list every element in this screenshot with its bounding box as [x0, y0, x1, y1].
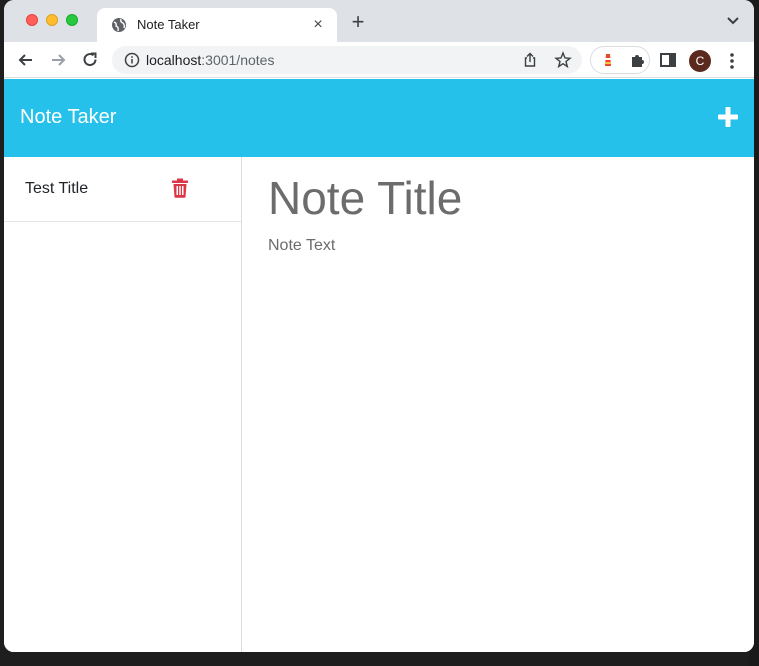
- extensions-group: [590, 46, 650, 74]
- tab-note-taker[interactable]: Note Taker ×: [97, 8, 337, 42]
- minimize-window-button[interactable]: [46, 14, 58, 26]
- app-brand[interactable]: Note Taker: [20, 106, 116, 129]
- note-title-input[interactable]: [268, 171, 738, 225]
- plus-icon[interactable]: [717, 106, 739, 128]
- url-text[interactable]: localhost:3001/notes: [146, 52, 274, 68]
- note-editor: [242, 157, 754, 652]
- info-icon[interactable]: [124, 52, 140, 68]
- arrow-right-icon[interactable]: [48, 50, 68, 70]
- close-window-button[interactable]: [26, 14, 38, 26]
- desktop: Note Taker × + localhost:3001/notes C No…: [0, 0, 759, 666]
- new-tab-button[interactable]: +: [348, 11, 368, 33]
- note-taker-app: Note Taker Test Title: [4, 79, 754, 652]
- app-navbar: Note Taker: [4, 79, 754, 157]
- trash-icon[interactable]: [171, 178, 189, 198]
- profile-avatar[interactable]: C: [689, 50, 711, 72]
- url-path: :3001/notes: [201, 52, 275, 68]
- close-tab-button[interactable]: ×: [309, 16, 327, 34]
- note-item-title[interactable]: Test Title: [25, 180, 88, 198]
- tab-title: Note Taker: [137, 17, 200, 32]
- share-icon[interactable]: [522, 52, 538, 68]
- maximize-window-button[interactable]: [66, 14, 78, 26]
- chevron-down-icon[interactable]: [726, 16, 740, 26]
- side-panel-icon[interactable]: [658, 50, 678, 70]
- reload-icon[interactable]: [80, 50, 100, 70]
- star-icon[interactable]: [554, 51, 572, 69]
- puzzle-icon[interactable]: [630, 52, 646, 68]
- notes-list: Test Title: [4, 157, 242, 652]
- lighthouse-icon[interactable]: [600, 52, 616, 68]
- kebab-menu-icon[interactable]: [726, 51, 738, 71]
- browser-window: Note Taker × + localhost:3001/notes C No…: [4, 0, 754, 652]
- list-item[interactable]: Test Title: [4, 157, 241, 222]
- note-text-input[interactable]: [268, 237, 738, 617]
- address-bar[interactable]: localhost:3001/notes: [112, 46, 582, 74]
- url-host: localhost: [146, 52, 202, 68]
- browser-toolbar: localhost:3001/notes C: [4, 42, 754, 78]
- globe-icon: [112, 18, 126, 32]
- arrow-left-icon[interactable]: [16, 50, 36, 70]
- tab-strip: Note Taker × +: [4, 0, 754, 42]
